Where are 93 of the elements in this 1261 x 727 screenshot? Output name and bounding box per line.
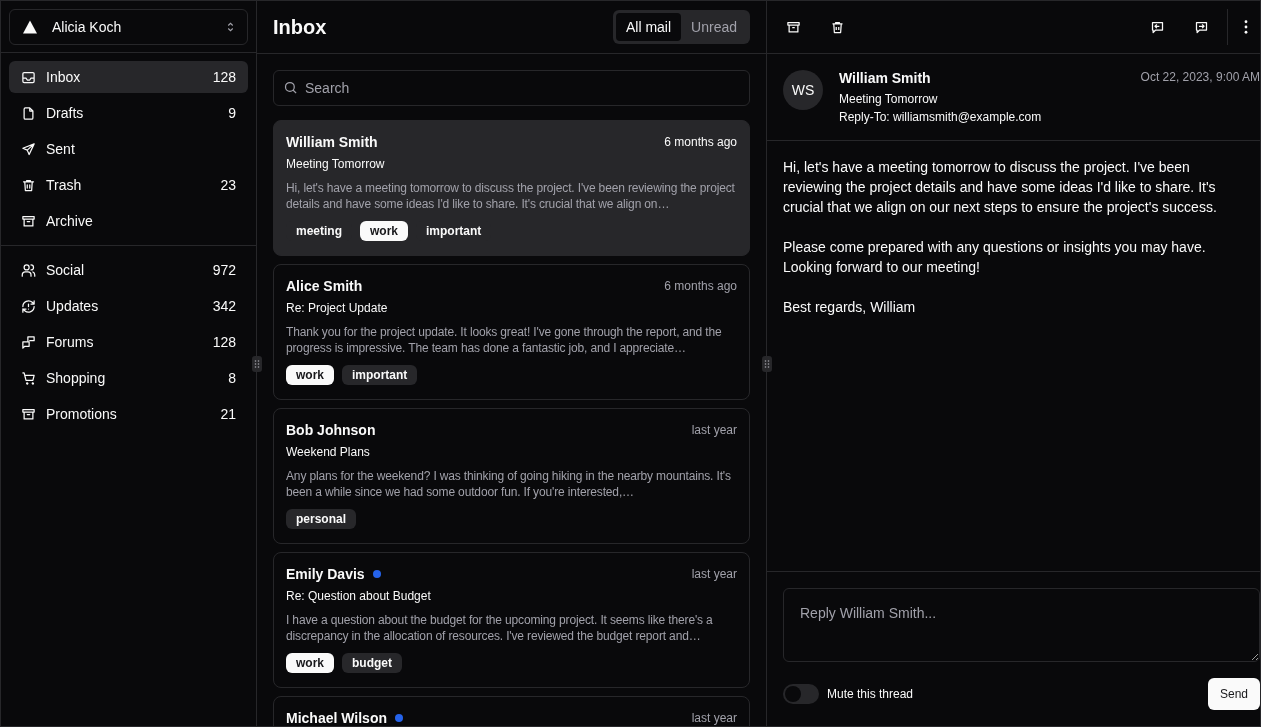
mail-preview: Hi, let's have a meeting tomorrow to discuss the project. I've been reviewing the project details and have some ideas I'd like to share. It's crucial that we align on… [286, 180, 736, 212]
tag: work [360, 221, 409, 241]
mute-label: Mute this thread [827, 687, 914, 701]
reply-to-address: Reply-To: williamsmith@example.com [839, 110, 1043, 124]
mail-date: 6 months ago [664, 279, 737, 293]
page-title: Inbox [273, 15, 328, 39]
sender-name: Michael Wilson [286, 710, 387, 726]
count-label: 23 [220, 177, 236, 193]
reply-field[interactable]: Reply William Smith... [783, 588, 1260, 662]
mail-date: last year [691, 711, 737, 725]
sidebar-label: Drafts [46, 105, 85, 121]
sidebar-item[interactable]: Archive [9, 205, 248, 237]
send-icon [21, 141, 36, 157]
count-label: 21 [220, 406, 236, 422]
inbox-icon [21, 69, 36, 85]
tag: work [286, 653, 334, 673]
sidebar-label: Inbox [46, 69, 82, 85]
mail-card[interactable]: Bob Johnson last year Weekend Plans Any plans for the weekend? I was thinking of going hiking in the nearby mountains. It's been a while since we had some outdoor fun. If you're interested,… personal [273, 408, 750, 544]
mail-date: last year [691, 423, 737, 437]
mail-subject: Meeting Tomorrow [286, 157, 386, 171]
mail-date: Oct 22, 2023, 9:00 AM [1140, 70, 1260, 84]
sidebar-item[interactable]: Trash 23 [9, 169, 248, 201]
count-label: 128 [212, 334, 236, 350]
sidebar-label: Shopping [46, 370, 107, 386]
forward-icon [1193, 19, 1209, 35]
mail-preview: Any plans for the weekend? I was thinking of going hiking in the nearby mountains. It's been a while since we had some outdoor fun. If you're interested,… [286, 468, 732, 500]
tab[interactable]: Unread [681, 13, 747, 41]
tab[interactable]: All mail [615, 13, 682, 41]
mail-subject: Weekend Plans [286, 445, 371, 459]
mail-date: last year [691, 567, 737, 581]
mail-card[interactable] [273, 120, 750, 256]
sidebar-label: Archive [46, 213, 94, 229]
message-paragraph: Please come prepared with any questions or insights you may have. Looking forward to our meeting! [783, 238, 1207, 277]
file-icon [21, 105, 36, 121]
resize-handle-icon[interactable] [762, 356, 772, 372]
search-field[interactable]: Search [273, 70, 750, 106]
trash-icon [21, 177, 36, 193]
sidebar-label: Promotions [46, 406, 118, 422]
triangle-logo-icon [22, 19, 38, 35]
sidebar-label: Social [46, 262, 86, 278]
sender-name: Emily Davis [286, 566, 365, 582]
count-label: 342 [212, 298, 236, 314]
account-switcher[interactable]: Alicia Koch [9, 9, 248, 45]
sidebar-item[interactable]: Promotions 21 [9, 398, 248, 430]
mail-subject: Re: Project Update [286, 301, 389, 315]
count-label: 9 [228, 105, 236, 121]
message-paragraph: Best regards, William [783, 298, 917, 317]
mail-card[interactable] [273, 264, 750, 400]
users-icon [21, 262, 36, 278]
sidebar-item[interactable]: Forums 128 [9, 326, 248, 358]
chevrons-icon [226, 21, 235, 33]
archive-icon [21, 213, 36, 229]
send-button[interactable]: Send [1207, 678, 1260, 710]
sidebar-item[interactable]: Drafts 9 [9, 97, 248, 129]
mail-card[interactable]: Michael Wilson last year [273, 696, 750, 726]
tag: important [342, 365, 418, 385]
mute-toggle[interactable] [783, 684, 819, 704]
sidebar-item[interactable]: Sent [9, 133, 248, 165]
mail-subject: Re: Question about Budget [286, 589, 432, 603]
archive-icon [785, 19, 801, 35]
mail-preview: I have a question about the budget for the upcoming project. It seems like there's a discrepancy in the allocation of resources. I've reviewed the budget report and… [286, 612, 714, 644]
count-label: 128 [212, 69, 236, 85]
message-paragraph: Hi, let's have a meeting tomorrow to discuss the project. I've been reviewing the project details and have some ideas I'd like to share. It's crucial that we align on our next steps to ensure the project's success. [783, 158, 1218, 217]
sidebar-label: Updates [46, 298, 100, 314]
sidebar-label: Forums [46, 334, 95, 350]
sidebar-item[interactable]: Inbox 128 [9, 61, 248, 93]
count-label: 8 [228, 370, 236, 386]
tag: budget [342, 653, 402, 673]
sidebar-item[interactable]: Updates 342 [9, 290, 248, 322]
sender-name: William Smith [839, 70, 932, 86]
mail-subject: Meeting Tomorrow [839, 92, 939, 106]
sidebar-item[interactable]: Social 972 [9, 254, 248, 286]
count-label: 972 [212, 262, 236, 278]
refresh-icon [21, 298, 36, 314]
reply-icon [1149, 19, 1165, 35]
sidebar-item[interactable]: Shopping 8 [9, 362, 248, 394]
chat-icon [21, 334, 36, 350]
sender-name: William Smith [286, 134, 378, 150]
sidebar-label: Trash [46, 177, 83, 193]
resize-handle-icon[interactable] [252, 356, 262, 372]
mail-date: 6 months ago [664, 135, 737, 149]
avatar: WS [783, 70, 823, 110]
archive-icon [21, 406, 36, 422]
sender-name: Alice Smith [286, 278, 363, 294]
search-icon [283, 80, 298, 95]
mail-card[interactable] [273, 552, 750, 688]
cart-icon [21, 370, 36, 386]
tag: work [286, 365, 334, 385]
sender-name: Bob Johnson [286, 422, 376, 438]
mail-preview: Thank you for the project update. It looks great! I've gone through the report, and the progress is impressive. The team has done a fantastic job, and I appreciate… [286, 324, 723, 356]
tag: personal [286, 509, 356, 529]
more-icon [1244, 20, 1248, 34]
sidebar-label: Sent [46, 141, 76, 157]
